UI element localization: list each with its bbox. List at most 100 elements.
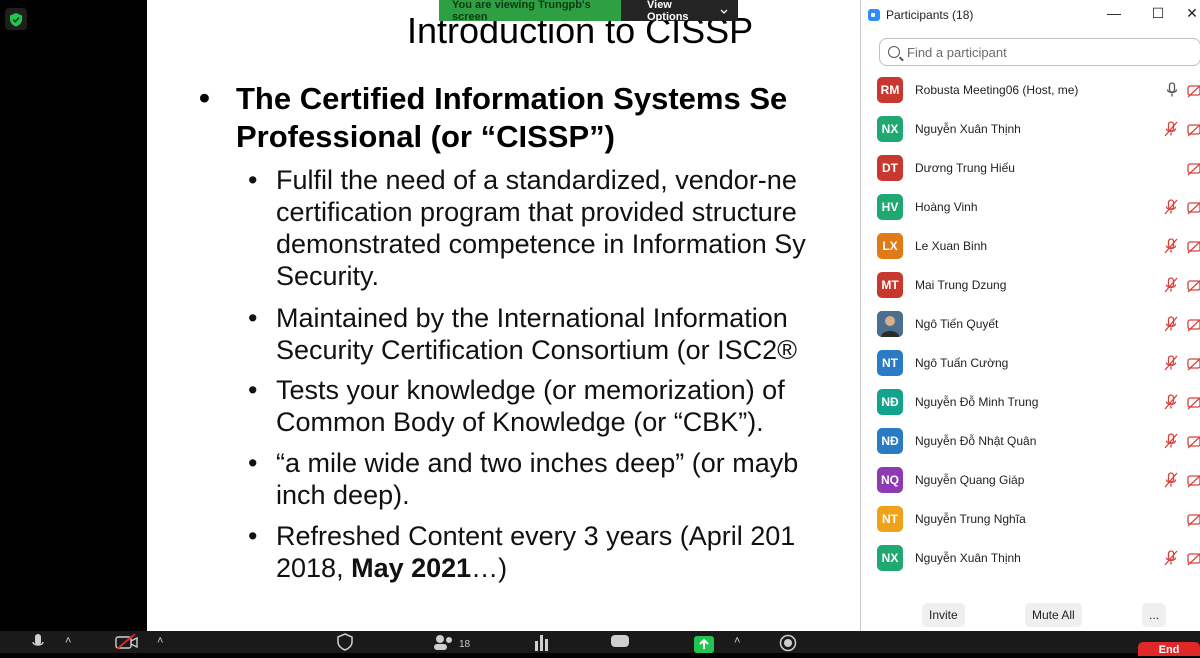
- participant-name: Le Xuan Binh: [915, 238, 988, 253]
- microphone-icon[interactable]: [32, 633, 44, 654]
- microphone-muted-icon: [1163, 433, 1179, 454]
- participant-row[interactable]: DT Dương Trung Hiếu: [861, 148, 1200, 187]
- search-placeholder: Find a participant: [907, 44, 1007, 60]
- microphone-muted-icon: [1163, 355, 1179, 376]
- participant-name: Nguyễn Đỗ Nhật Quân: [915, 433, 1037, 448]
- avatar: HV: [877, 193, 903, 220]
- slide-text-line: inch deep).: [276, 480, 410, 510]
- share-screen-icon[interactable]: [694, 636, 714, 656]
- maximize-icon[interactable]: ☐: [1148, 5, 1168, 22]
- video-off-icon: [1187, 238, 1200, 259]
- microphone-muted-icon: [1163, 277, 1179, 298]
- video-off-icon: [1187, 199, 1200, 220]
- video-off-icon: [1187, 472, 1200, 493]
- slide-text-line: Maintained by the International Informat…: [276, 303, 788, 333]
- avatar: NT: [877, 349, 903, 376]
- participant-name: Dương Trung Hiếu: [915, 160, 1015, 175]
- avatar: NX: [877, 115, 903, 142]
- chevron-up-icon[interactable]: ˄: [157, 635, 163, 647]
- close-icon[interactable]: ✕: [1182, 5, 1200, 22]
- chevron-up-icon[interactable]: ˄: [65, 635, 71, 647]
- participant-row[interactable]: NQ Nguyễn Quang Giáp: [861, 460, 1200, 499]
- participant-row[interactable]: HV Hoàng Vinh: [861, 187, 1200, 226]
- panel-footer: Invite Mute All ...: [861, 603, 1200, 633]
- slide-text-line: Refreshed Content every 3 years (April 2…: [276, 521, 796, 551]
- participant-row[interactable]: NT Nguyễn Trung Nghĩa: [861, 499, 1200, 538]
- slide-text-line: Security.: [276, 261, 380, 291]
- participant-row[interactable]: RM Robusta Meeting06 (Host, me): [861, 70, 1200, 109]
- participants-count: 18: [459, 639, 471, 650]
- participant-name: Nguyễn Trung Nghĩa: [915, 511, 1026, 526]
- microphone-muted-icon: [1163, 121, 1179, 142]
- participant-name: Nguyễn Xuân Thịnh: [915, 550, 1021, 565]
- viewing-screen-label: You are viewing Trungpb's screen: [439, 0, 621, 23]
- mute-all-button[interactable]: Mute All: [1025, 603, 1082, 627]
- avatar: NT: [877, 505, 903, 532]
- participant-name: Nguyễn Quang Giáp: [915, 472, 1025, 487]
- view-options-button[interactable]: View Options: [621, 0, 738, 23]
- find-participant-input[interactable]: Find a participant: [879, 38, 1200, 66]
- avatar: LX: [877, 232, 903, 259]
- invite-button[interactable]: Invite: [922, 603, 965, 627]
- video-off-icon: [1187, 394, 1200, 415]
- participant-name: Hoàng Vinh: [915, 199, 978, 214]
- avatar: RM: [877, 76, 903, 103]
- microphone-muted-icon: [1163, 394, 1179, 415]
- slide-text-line: demonstrated competence in Information S…: [276, 229, 806, 259]
- polling-icon[interactable]: [534, 633, 550, 654]
- meeting-toolbar: ˄ ˄ 18 ˄: [0, 631, 1200, 653]
- participant-row[interactable]: NX Nguyễn Xuân Thịnh: [861, 538, 1200, 577]
- security-icon[interactable]: [336, 633, 354, 654]
- video-off-icon: [1187, 355, 1200, 376]
- participant-row[interactable]: NĐ Nguyễn Đỗ Nhật Quân: [861, 421, 1200, 460]
- microphone-muted-icon: [1163, 316, 1179, 337]
- avatar: DT: [877, 154, 903, 181]
- search-icon: [888, 46, 900, 58]
- participants-panel: Participants (18) — ☐ ✕ Find a participa…: [860, 0, 1200, 641]
- slide-text-line: Security Certification Consortium (or IS…: [276, 335, 798, 365]
- zoom-logo-icon: [868, 9, 880, 21]
- minimize-icon[interactable]: —: [1104, 5, 1124, 21]
- slide-text-line: “a mile wide and two inches deep” (or ma…: [276, 448, 799, 478]
- participant-row[interactable]: Ngô Tiến Quyết: [861, 304, 1200, 343]
- video-off-icon: [1187, 160, 1200, 181]
- participant-name: Mai Trung Dzung: [915, 277, 1007, 292]
- video-off-icon: [1187, 550, 1200, 571]
- participants-icon[interactable]: [432, 634, 456, 653]
- end-meeting-button[interactable]: End: [1138, 642, 1200, 656]
- video-off-icon: [1187, 316, 1200, 337]
- video-off-icon[interactable]: [115, 633, 139, 653]
- microphone-muted-icon: [1163, 238, 1179, 259]
- video-off-icon: [1187, 433, 1200, 454]
- participant-row[interactable]: NĐ Nguyễn Đỗ Minh Trung: [861, 382, 1200, 421]
- chat-icon[interactable]: [610, 634, 630, 653]
- participant-name: Nguyễn Xuân Thịnh: [915, 121, 1021, 136]
- avatar: NX: [877, 544, 903, 571]
- view-options-label: View Options: [647, 0, 689, 23]
- video-off-icon: [1187, 82, 1200, 103]
- participant-row[interactable]: MT Mai Trung Dzung: [861, 265, 1200, 304]
- participant-row[interactable]: NT Ngô Tuấn Cường: [861, 343, 1200, 382]
- microphone-muted-icon: [1163, 550, 1179, 571]
- video-off-icon: [1187, 121, 1200, 142]
- participant-row[interactable]: LX Le Xuan Binh: [861, 226, 1200, 265]
- participant-name: Ngô Tiến Quyết: [915, 316, 999, 331]
- slide-text-line: certification program that provided stru…: [276, 197, 797, 227]
- participant-name: Robusta Meeting06 (Host, me): [915, 82, 1079, 97]
- chevron-up-icon[interactable]: ˄: [734, 635, 740, 647]
- avatar: MT: [877, 271, 903, 298]
- participant-list[interactable]: RM Robusta Meeting06 (Host, me) NX Nguyễn X…: [861, 70, 1200, 588]
- more-options-button[interactable]: ...: [1142, 603, 1167, 627]
- slide-main-bullet-line: Professional (or “CISSP”): [236, 119, 615, 154]
- video-off-icon: [1187, 277, 1200, 298]
- screen-share-banner: You are viewing Trungpb's screen View Op…: [439, 0, 738, 23]
- shared-screen-slide: Introduction to CISSP • The Certified In…: [147, 0, 863, 631]
- record-icon[interactable]: [779, 634, 797, 655]
- participant-row[interactable]: NX Nguyễn Xuân Thịnh: [861, 109, 1200, 148]
- security-shield-icon[interactable]: [5, 8, 27, 30]
- participant-name: Ngô Tuấn Cường: [915, 355, 1009, 370]
- slide-text-line: Common Body of Knowledge (or “CBK”).: [276, 407, 764, 437]
- panel-title: Participants (18): [886, 8, 974, 22]
- participant-name: Nguyễn Đỗ Minh Trung: [915, 394, 1039, 409]
- slide-text-line: Fulfil the need of a standardized, vendo…: [276, 165, 797, 195]
